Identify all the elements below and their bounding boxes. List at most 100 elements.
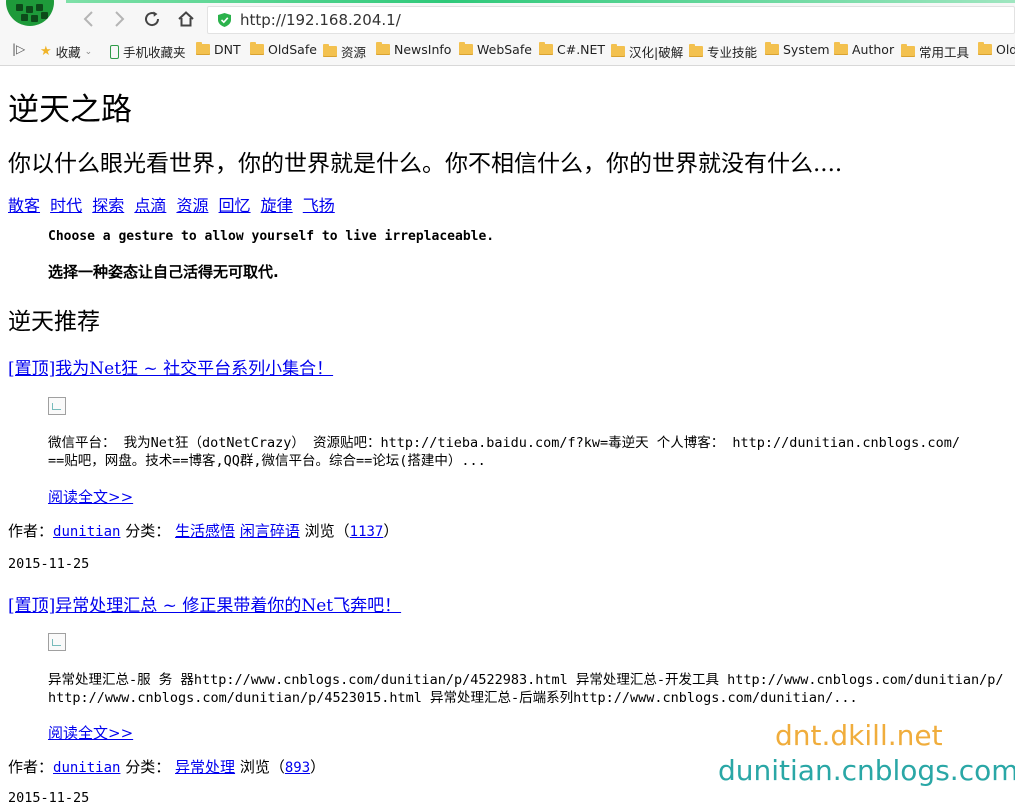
post-date: 2015-11-25	[8, 556, 90, 572]
post-title-link[interactable]: [置顶]异常处理汇总 ~ 修正果带着你的Net飞奔吧！	[8, 591, 401, 616]
phone-icon	[110, 44, 119, 59]
views-label: 浏览（	[239, 758, 285, 776]
watermark-line1: dnt.dkill.net	[775, 719, 943, 752]
broken-image-icon	[48, 633, 66, 651]
folder-icon	[978, 42, 992, 55]
bookmark-label: Author	[852, 42, 895, 57]
bookmark-label: OldSafe	[268, 42, 317, 57]
folder-icon	[376, 42, 390, 55]
nav-link[interactable]: 资源	[176, 196, 208, 215]
folder-icon	[459, 42, 473, 55]
category-link[interactable]: 异常处理	[175, 758, 235, 776]
folder-icon	[834, 42, 848, 55]
nav-link[interactable]: 旋律	[261, 196, 293, 215]
category-link[interactable]: 生活感悟	[175, 522, 235, 540]
folder-icon	[250, 42, 264, 55]
home-button[interactable]	[175, 8, 197, 30]
bookmark-folder[interactable]: 资源	[323, 42, 366, 61]
read-more-link[interactable]: 阅读全文>>	[48, 722, 133, 743]
bookmark-label: 手机收藏夹	[123, 45, 186, 60]
views-count-link[interactable]: 893	[285, 760, 310, 776]
sidebar-toggle-icon[interactable]: |▷	[12, 42, 25, 56]
bookmark-folder[interactable]: NewsInfo	[376, 42, 451, 57]
folder-icon	[323, 44, 337, 57]
views-close: ）	[383, 522, 399, 540]
read-more-link[interactable]: 阅读全文>>	[48, 486, 133, 507]
quote-english: Choose a gesture to allow yourself to li…	[48, 229, 495, 244]
browser-logo-icon[interactable]	[6, 0, 54, 26]
views-close: ）	[310, 758, 326, 776]
post-excerpt: 异常处理汇总-服 务 器http://www.cnblogs.com/dunit…	[48, 671, 1015, 707]
section-title: 逆天推荐	[8, 309, 100, 335]
excerpt-line: 微信平台： 我为Net狂（dotNetCrazy） 资源贴吧：http://ti…	[48, 435, 960, 451]
site-title: 逆天之路	[8, 92, 132, 128]
reload-button[interactable]	[141, 8, 163, 30]
bookmark-label: WebSafe	[477, 42, 532, 57]
folder-icon	[611, 44, 625, 57]
bookmark-folder[interactable]: System	[765, 42, 830, 57]
folder-icon	[196, 42, 210, 55]
post-meta: 作者：dunitian 分类： 生活感悟 闲言碎语 浏览（1137）	[8, 520, 398, 541]
bookmark-label: System	[783, 42, 830, 57]
browser-chrome: http://192.168.204.1/ |▷ ★ 收藏 ⌄ 手机收藏夹 DN…	[0, 0, 1015, 66]
quote-chinese: 选择一种姿态让自己活得无可取代.	[48, 263, 279, 281]
page-load-progress	[66, 0, 1015, 3]
category-label: 分类：	[125, 758, 171, 776]
nav-link[interactable]: 探索	[92, 196, 124, 215]
nav-link[interactable]: 飞扬	[303, 196, 335, 215]
star-icon: ★	[40, 44, 52, 59]
author-label: 作者：	[8, 758, 54, 776]
nav-link[interactable]: 时代	[50, 196, 82, 215]
nav-link[interactable]: 回忆	[219, 196, 251, 215]
post-title-link[interactable]: [置顶]我为Net狂 ~ 社交平台系列小集合！	[8, 354, 333, 379]
category-link[interactable]: 闲言碎语	[240, 522, 300, 540]
shield-icon	[218, 13, 231, 27]
url-text[interactable]: http://192.168.204.1/	[240, 11, 401, 29]
back-button[interactable]	[78, 8, 100, 30]
bookmark-folder[interactable]: 汉化|破解	[611, 42, 683, 61]
bookmark-label: 专业技能	[707, 45, 758, 60]
bookmark-label: C#.NET	[557, 42, 606, 57]
post-date: 2015-11-25	[8, 790, 90, 806]
folder-icon	[539, 42, 553, 55]
bookmark-folder[interactable]: DNT	[196, 42, 241, 57]
bookmark-folder[interactable]: WebSafe	[459, 42, 532, 57]
views-label: 浏览（	[304, 522, 350, 540]
site-nav: 散客 时代 探索 点滴 资源 回忆 旋律 飞扬	[8, 192, 340, 216]
bookmark-label: 常用工具	[919, 45, 970, 60]
excerpt-line: ==贴吧，网盘。技术==博客,QQ群,微信平台。综合==论坛(搭建中）...	[48, 453, 486, 469]
bookmark-folder[interactable]: Author	[834, 42, 894, 57]
bookmark-folder[interactable]: 专业技能	[689, 42, 757, 61]
author-link[interactable]: dunitian	[53, 524, 120, 540]
bookmark-label: DNT	[214, 42, 241, 57]
bookmark-folder[interactable]: C#.NET	[539, 42, 605, 57]
home-icon	[178, 11, 194, 27]
bookmark-mobile[interactable]: 手机收藏夹	[110, 42, 186, 61]
bookmark-label: 资源	[341, 45, 367, 60]
bookmarks-bar: |▷ ★ 收藏 ⌄ 手机收藏夹 DNT OldSafe 资源 NewsInfo …	[0, 38, 1015, 62]
nav-link[interactable]: 散客	[8, 196, 40, 215]
bookmark-folder[interactable]: Old	[978, 42, 1015, 57]
category-label: 分类：	[125, 522, 171, 540]
author-label: 作者：	[8, 522, 54, 540]
bookmark-folder[interactable]: OldSafe	[250, 42, 317, 57]
site-subtitle: 你以什么眼光看世界，你的世界就是什么。你不相信什么，你的世界就没有什么....	[8, 151, 843, 177]
views-count-link[interactable]: 1137	[350, 524, 384, 540]
author-link[interactable]: dunitian	[53, 760, 120, 776]
bookmark-label: 收藏	[55, 45, 81, 60]
bookmark-label: 汉化|破解	[629, 45, 684, 60]
chevron-down-icon: ⌄	[84, 46, 93, 57]
arrow-left-icon	[83, 11, 93, 27]
watermark-line2: dunitian.cnblogs.com	[718, 754, 1015, 787]
broken-image-icon	[48, 397, 66, 415]
bookmark-label: NewsInfo	[394, 42, 452, 57]
address-bar[interactable]: http://192.168.204.1/	[207, 6, 1015, 34]
folder-icon	[765, 42, 779, 55]
forward-button[interactable]	[108, 8, 130, 30]
bookmark-favorites[interactable]: ★ 收藏 ⌄	[40, 42, 92, 61]
folder-icon	[901, 44, 915, 57]
excerpt-line: 异常处理汇总-服 务 器http://www.cnblogs.com/dunit…	[48, 672, 1004, 688]
excerpt-line: http://www.cnblogs.com/dunitian/p/452301…	[48, 690, 858, 706]
nav-link[interactable]: 点滴	[134, 196, 166, 215]
bookmark-folder[interactable]: 常用工具	[901, 42, 969, 61]
